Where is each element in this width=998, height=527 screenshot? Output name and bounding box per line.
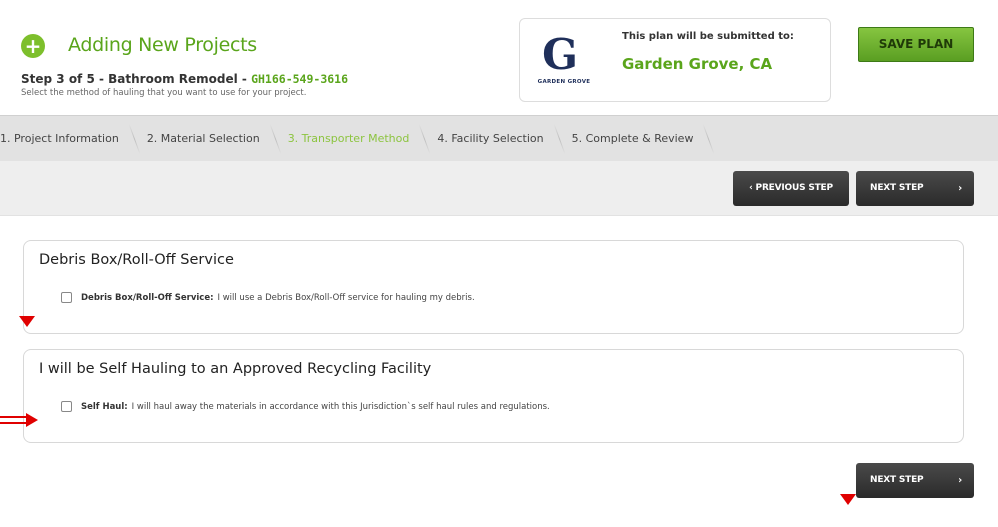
save-plan-button[interactable]: SAVE PLAN <box>858 27 974 62</box>
step-help-text: Select the method of hauling that you wa… <box>21 88 307 98</box>
step-transporter-method[interactable]: 3. Transporter Method <box>276 116 426 162</box>
step-complete-review[interactable]: 5. Complete & Review <box>560 116 710 162</box>
next-step-button-bottom[interactable]: NEXT STEP › <box>856 463 974 498</box>
self-haul-option: Self Haul: I will haul away the material… <box>61 401 550 412</box>
option-description: I will haul away the materials in accord… <box>131 401 550 412</box>
plan-id: GH166-549-3616 <box>251 72 349 86</box>
self-haul-checkbox[interactable] <box>61 401 72 412</box>
annotation-arrow-icon <box>0 413 38 427</box>
panel-title: Debris Box/Roll-Off Service <box>39 252 234 268</box>
plus-circle-icon: + <box>21 34 45 58</box>
next-step-button[interactable]: NEXT STEP › <box>856 171 974 206</box>
self-haul-panel: I will be Self Hauling to an Approved Re… <box>23 349 964 443</box>
jurisdiction-city: Garden Grove, CA <box>622 55 773 73</box>
option-label: Self Haul: <box>81 401 128 412</box>
option-label: Debris Box/Roll-Off Service: <box>81 292 214 303</box>
page-title: Adding New Projects <box>68 34 257 56</box>
step-indicator: Step 3 of 5 - Bathroom Remodel - GH166-5… <box>21 72 348 86</box>
step-facility-selection[interactable]: 4. Facility Selection <box>425 116 559 162</box>
garden-grove-logo: G GARDEN GROVE <box>530 30 598 91</box>
chevron-right-icon: › <box>958 183 962 194</box>
step-separator: - <box>237 72 252 86</box>
logo-letter: G <box>542 30 578 79</box>
annotation-triangle-icon <box>19 316 35 327</box>
previous-step-button[interactable]: ‹ PREVIOUS STEP <box>733 171 849 206</box>
debris-box-checkbox[interactable] <box>61 292 72 303</box>
option-description: I will use a Debris Box/Roll-Off service… <box>217 292 475 303</box>
progress-steps: 1. Project Information 2. Material Selec… <box>0 115 998 161</box>
panel-title: I will be Self Hauling to an Approved Re… <box>39 361 432 377</box>
step-navigation: ‹ PREVIOUS STEP NEXT STEP › <box>0 161 998 216</box>
chevron-right-icon: › <box>958 475 962 486</box>
step-material-selection[interactable]: 2. Material Selection <box>135 116 276 162</box>
logo-text: GARDEN GROVE <box>537 79 591 85</box>
next-step-label: NEXT STEP <box>870 183 924 193</box>
page-header: + Adding New Projects Step 3 of 5 - Bath… <box>0 0 998 112</box>
next-step-label: NEXT STEP <box>870 475 924 485</box>
submitted-to-label: This plan will be submitted to: <box>622 31 794 42</box>
annotation-triangle-icon <box>840 494 856 505</box>
debris-box-option: Debris Box/Roll-Off Service: I will use … <box>61 292 475 303</box>
jurisdiction-box: G GARDEN GROVE This plan will be submitt… <box>519 18 831 102</box>
step-project-information[interactable]: 1. Project Information <box>0 116 135 162</box>
debris-box-panel: Debris Box/Roll-Off Service Debris Box/R… <box>23 240 964 334</box>
step-text: Step 3 of 5 - Bathroom Remodel <box>21 72 238 86</box>
